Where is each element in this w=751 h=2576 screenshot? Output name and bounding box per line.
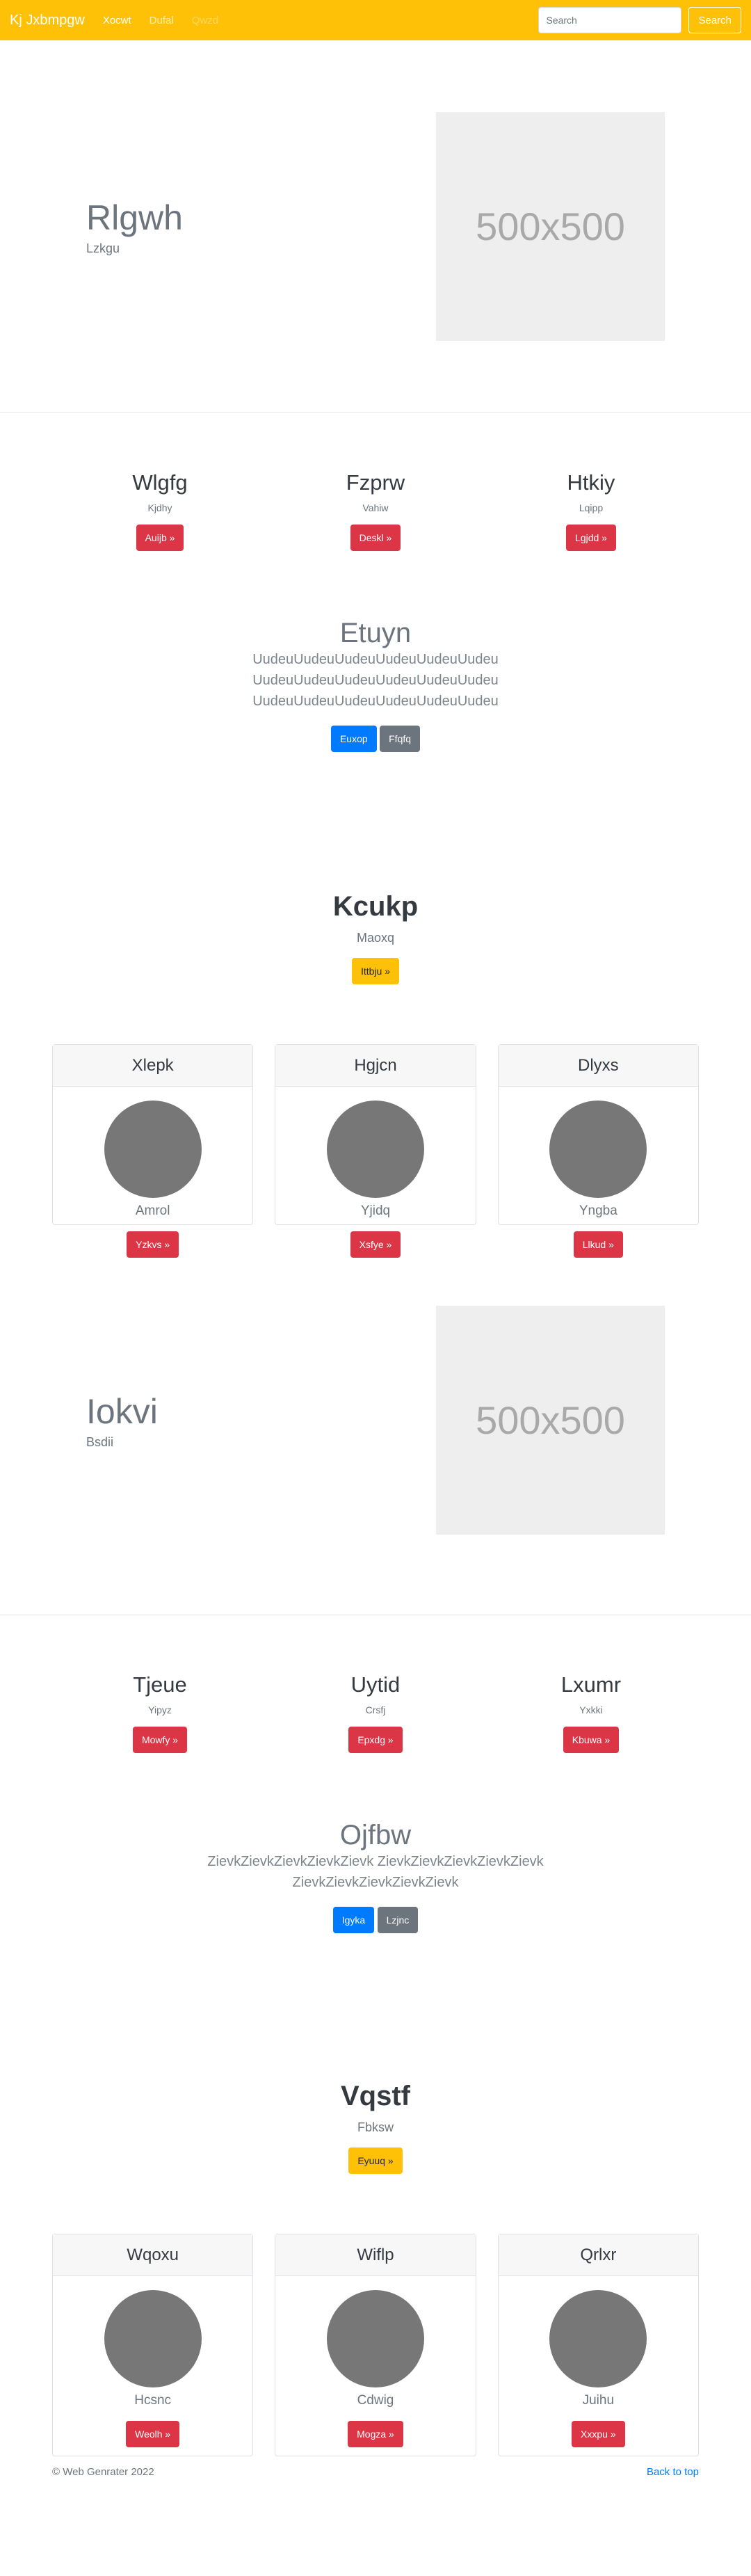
footer: © Web Genrater 2022 Back to top	[0, 2466, 751, 2478]
feature-button[interactable]: Mowfy »	[132, 1727, 188, 1753]
hero-image-placeholder: 500x500	[436, 111, 665, 341]
feature-subtitle: Yxkki	[579, 1704, 603, 1715]
profile-card: Qrlxr Juihu Xxxpu »	[497, 2234, 699, 2456]
cta-title: Kcukp	[332, 891, 419, 922]
cta-button[interactable]: Eyuuq »	[348, 2147, 403, 2174]
feature-column: Tjeue Yipyz Mowfy »	[52, 1672, 268, 1753]
hero-subtitle: Lzkgu	[86, 241, 120, 255]
cta-section-1: Kcukp Maoxq Ittbju »	[0, 752, 751, 984]
profile-card: Wiflp Cdwig Mogza »	[275, 2234, 476, 2456]
card-button[interactable]: Llkud »	[573, 1231, 623, 1258]
nav-link-1[interactable]: Xocwt	[103, 15, 131, 26]
lead-line: ZievkZievkZievkZievkZievk ZievkZievkZiev…	[207, 1854, 544, 1869]
footer-copyright: © Web Genrater 2022	[52, 2466, 154, 2478]
card-button[interactable]: Xsfye »	[350, 1231, 401, 1258]
card-button[interactable]: Weolh »	[126, 2421, 180, 2447]
search-input[interactable]	[538, 7, 682, 33]
card-header: Wqoxu	[53, 2234, 253, 2276]
card-button[interactable]: Yzkvs »	[127, 1231, 179, 1258]
hero-title: Rlgwh	[86, 198, 183, 237]
avatar	[104, 2290, 202, 2387]
lead-line: ZievkZievkZievkZievkZievk	[292, 1875, 459, 1890]
card-name: Juihu	[582, 2393, 615, 2408]
nav-link-2[interactable]: Dufal	[150, 15, 174, 26]
nav-link-3[interactable]: Qwzd	[192, 15, 218, 26]
profile-card: Dlyxs Yngba Llkud »	[497, 1044, 699, 1258]
card-header: Wiflp	[275, 2234, 476, 2276]
feature-subtitle: Vahiw	[362, 502, 389, 513]
feature-column: Htkiy Lqipp Lgjdd »	[483, 470, 699, 551]
card-button[interactable]: Xxxpu »	[572, 2421, 625, 2447]
hero-section-1: Rlgwh Lzkgu 500x500	[0, 40, 751, 412]
lead-secondary-button[interactable]: Lzjnc	[377, 1907, 419, 1933]
feature-column: Uytid Crsfj Epxdg »	[268, 1672, 483, 1753]
cta-button[interactable]: Ittbju »	[351, 958, 400, 984]
back-to-top-link[interactable]: Back to top	[647, 2466, 699, 2478]
lead-section-2: Ojfbw ZievkZievkZievkZievkZievk ZievkZie…	[0, 1753, 751, 1933]
lead-title: Etuyn	[339, 618, 412, 648]
cards-row-2: Wqoxu Hcsnc Weolh » Wiflp Cdwig Mogza » …	[0, 2234, 751, 2456]
lead-primary-button[interactable]: Igyka	[332, 1907, 375, 1933]
hero-image-placeholder: 500x500	[436, 1305, 665, 1535]
card-header: Hgjcn	[275, 1045, 476, 1087]
cta-section-2: Vqstf Fbksw Eyuuq »	[0, 1933, 751, 2174]
card-name: Hcsnc	[134, 2393, 172, 2408]
lead-line: UudeuUudeuUudeuUudeuUudeuUudeu	[252, 652, 499, 667]
feature-subtitle: Yipyz	[148, 1704, 172, 1715]
avatar	[549, 2290, 647, 2387]
profile-card: Wqoxu Hcsnc Weolh »	[52, 2234, 254, 2456]
cta-subtitle: Maoxq	[356, 931, 395, 945]
feature-title: Wlgfg	[132, 470, 188, 495]
profile-card: Hgjcn Yjidq Xsfye »	[275, 1044, 476, 1258]
feature-title: Htkiy	[567, 470, 615, 495]
feature-title: Uytid	[350, 1672, 401, 1697]
lead-line: UudeuUudeuUudeuUudeuUudeuUudeu	[252, 694, 499, 709]
avatar	[104, 1101, 202, 1198]
card-header: Xlepk	[53, 1045, 253, 1087]
avatar	[549, 1101, 647, 1198]
feature-subtitle: Kjdhy	[147, 502, 172, 513]
card-button[interactable]: Mogza »	[348, 2421, 403, 2447]
feature-column: Fzprw Vahiw Deskl »	[268, 470, 483, 551]
feature-title: Lxumr	[560, 1672, 622, 1697]
feature-title: Tjeue	[133, 1672, 187, 1697]
search-button[interactable]: Search	[688, 7, 741, 33]
card-name: Yjidq	[360, 1203, 391, 1218]
features-row-2: Tjeue Yipyz Mowfy » Uytid Crsfj Epxdg » …	[0, 1615, 751, 1753]
profile-card: Xlepk Amrol Yzkvs »	[52, 1044, 254, 1258]
card-name: Cdwig	[357, 2393, 394, 2408]
hero-subtitle: Bsdii	[86, 1434, 114, 1449]
cards-row-1: Xlepk Amrol Yzkvs » Hgjcn Yjidq Xsfye » …	[0, 1044, 751, 1258]
feature-button[interactable]: Lgjdd »	[566, 525, 616, 551]
feature-button[interactable]: Kbuwa »	[563, 1727, 620, 1753]
feature-title: Fzprw	[346, 470, 405, 495]
card-name: Yngba	[579, 1203, 617, 1218]
avatar	[326, 2290, 424, 2387]
feature-button[interactable]: Deskl »	[350, 525, 401, 551]
features-row-1: Wlgfg Kjdhy Auijb » Fzprw Vahiw Deskl » …	[0, 413, 751, 551]
avatar	[326, 1101, 424, 1198]
brand-link[interactable]: Kj Jxbmpgw	[10, 13, 85, 29]
feature-column: Lxumr Yxkki Kbuwa »	[483, 1672, 699, 1753]
lead-title: Ojfbw	[339, 1820, 412, 1850]
hero-title: Iokvi	[86, 1391, 158, 1431]
lead-section-1: Etuyn UudeuUudeuUudeuUudeuUudeuUudeu Uud…	[0, 551, 751, 752]
card-header: Qrlxr	[498, 2234, 698, 2276]
card-name: Amrol	[135, 1203, 170, 1218]
lead-secondary-button[interactable]: Ffqfq	[380, 726, 421, 752]
card-header: Dlyxs	[498, 1045, 698, 1087]
feature-button[interactable]: Epxdg »	[348, 1727, 403, 1753]
feature-button[interactable]: Auijb »	[136, 525, 184, 551]
navbar: Kj Jxbmpgw Xocwt Dufal Qwzd Search	[0, 0, 751, 40]
feature-subtitle: Crsfj	[365, 1704, 386, 1715]
feature-column: Wlgfg Kjdhy Auijb »	[52, 470, 268, 551]
cta-title: Vqstf	[341, 2081, 410, 2111]
lead-line: UudeuUudeuUudeuUudeuUudeuUudeu	[252, 673, 499, 688]
hero-section-2: Iokvi Bsdii 500x500	[0, 1225, 751, 1615]
feature-subtitle: Lqipp	[579, 502, 604, 513]
cta-subtitle: Fbksw	[357, 2120, 394, 2134]
lead-primary-button[interactable]: Euxop	[330, 726, 377, 752]
